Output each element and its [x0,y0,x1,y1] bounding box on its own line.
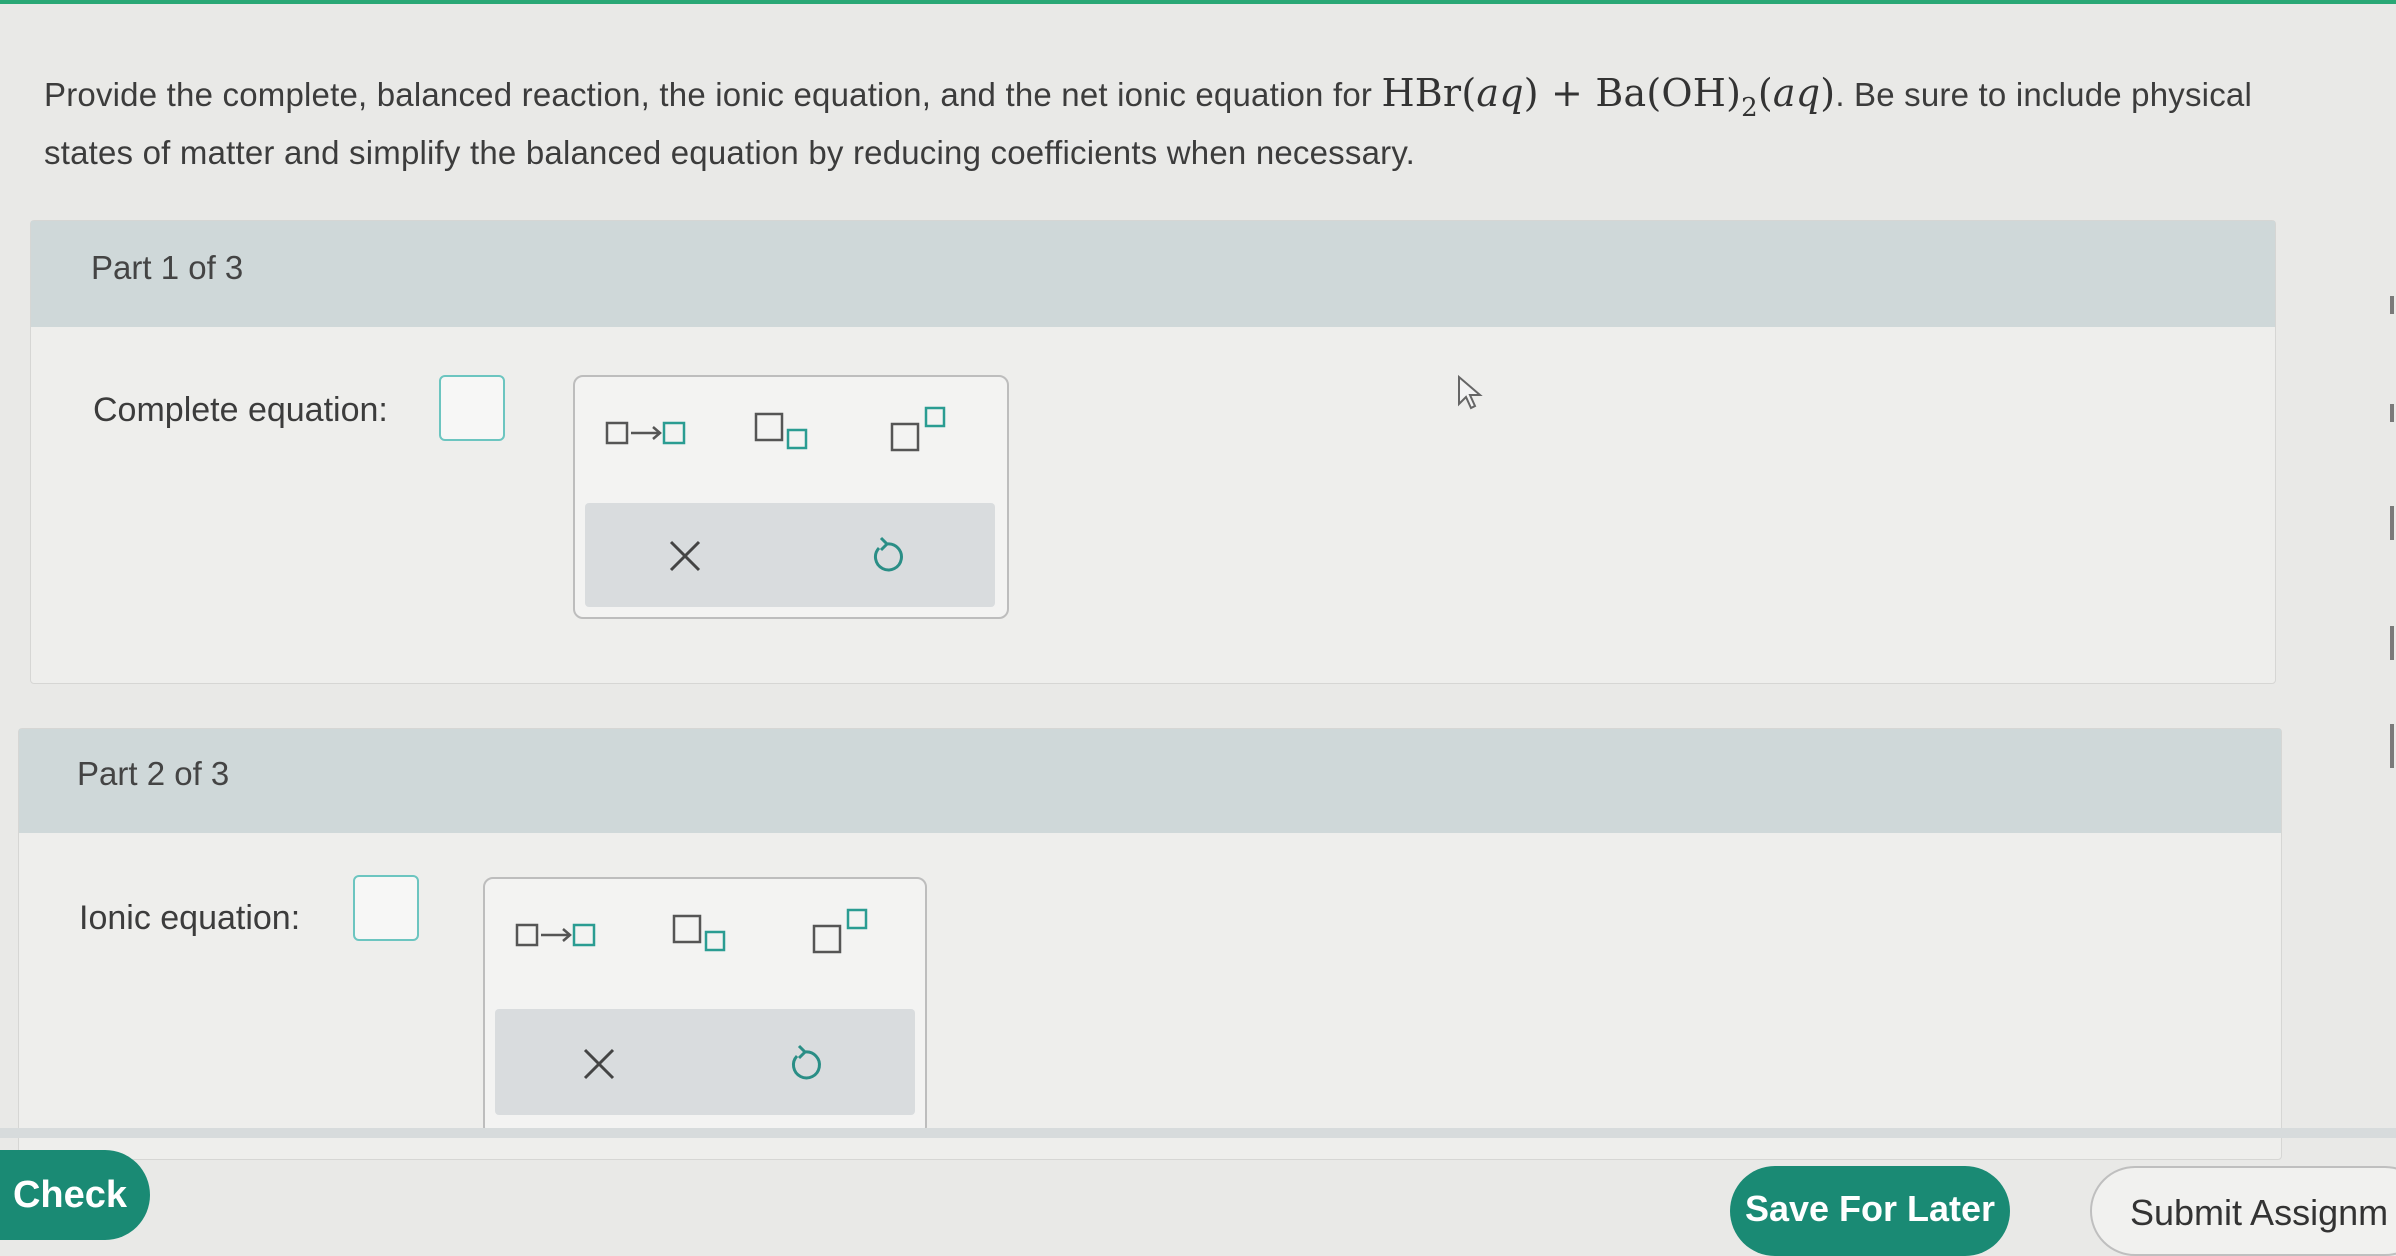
reactant-2-subscript: 2 [1741,93,1758,123]
reactant-1-formula: HBr [1381,71,1462,115]
ionic-equation-input[interactable] [353,875,419,941]
right-edge-mark [2390,724,2394,768]
part-1-toolbox [573,375,1009,619]
part-2-toolbox [483,877,927,1137]
right-edge-mark [2390,506,2394,540]
reactant-1-state: aq [1476,71,1524,115]
right-edge-mark [2390,404,2394,422]
footer-divider [0,1128,2396,1138]
question-text: Provide the complete, balanced reaction,… [44,64,2264,182]
clear-icon[interactable] [655,529,715,583]
part-1-panel: Part 1 of 3 Complete equation: [30,220,2276,684]
submit-assignment-button[interactable]: Submit Assignm [2090,1166,2396,1256]
reaction-formula: HBr(aq) + Ba(OH)2(aq) [1381,71,1836,123]
ionic-equation-label: Ionic equation: [79,899,301,937]
arrow-template-icon[interactable] [511,909,607,959]
reactant-2-formula: Ba(OH) [1595,71,1742,115]
top-accent-bar [0,0,2396,4]
subscript-template-icon[interactable] [665,905,735,961]
mouse-cursor-icon [1456,374,1486,419]
reactant-2-state: aq [1772,71,1821,115]
part-1-title: Part 1 of 3 [91,249,244,286]
part-2-title: Part 2 of 3 [77,755,230,792]
check-button[interactable]: Check [0,1150,150,1240]
plus-sign: + [1551,71,1584,115]
clear-icon[interactable] [569,1037,629,1091]
superscript-template-icon[interactable] [883,399,955,461]
arrow-template-icon[interactable] [601,407,697,457]
part-2-tool-actions [495,1009,915,1115]
complete-equation-label: Complete equation: [93,391,388,429]
right-edge-mark [2390,296,2394,314]
undo-icon[interactable] [857,527,917,585]
part-1-tool-actions [585,503,995,607]
superscript-template-icon[interactable] [805,901,877,963]
part-2-header: Part 2 of 3 [19,729,2281,833]
part-1-header: Part 1 of 3 [31,221,2275,327]
save-for-later-button[interactable]: Save For Later [1730,1166,2010,1256]
question-intro: Provide the complete, balanced reaction,… [44,76,1373,113]
right-edge-mark [2390,626,2394,660]
subscript-template-icon[interactable] [747,403,817,459]
undo-icon[interactable] [775,1035,835,1093]
part-2-panel: Part 2 of 3 Ionic equation: [18,728,2282,1160]
complete-equation-input[interactable] [439,375,505,441]
